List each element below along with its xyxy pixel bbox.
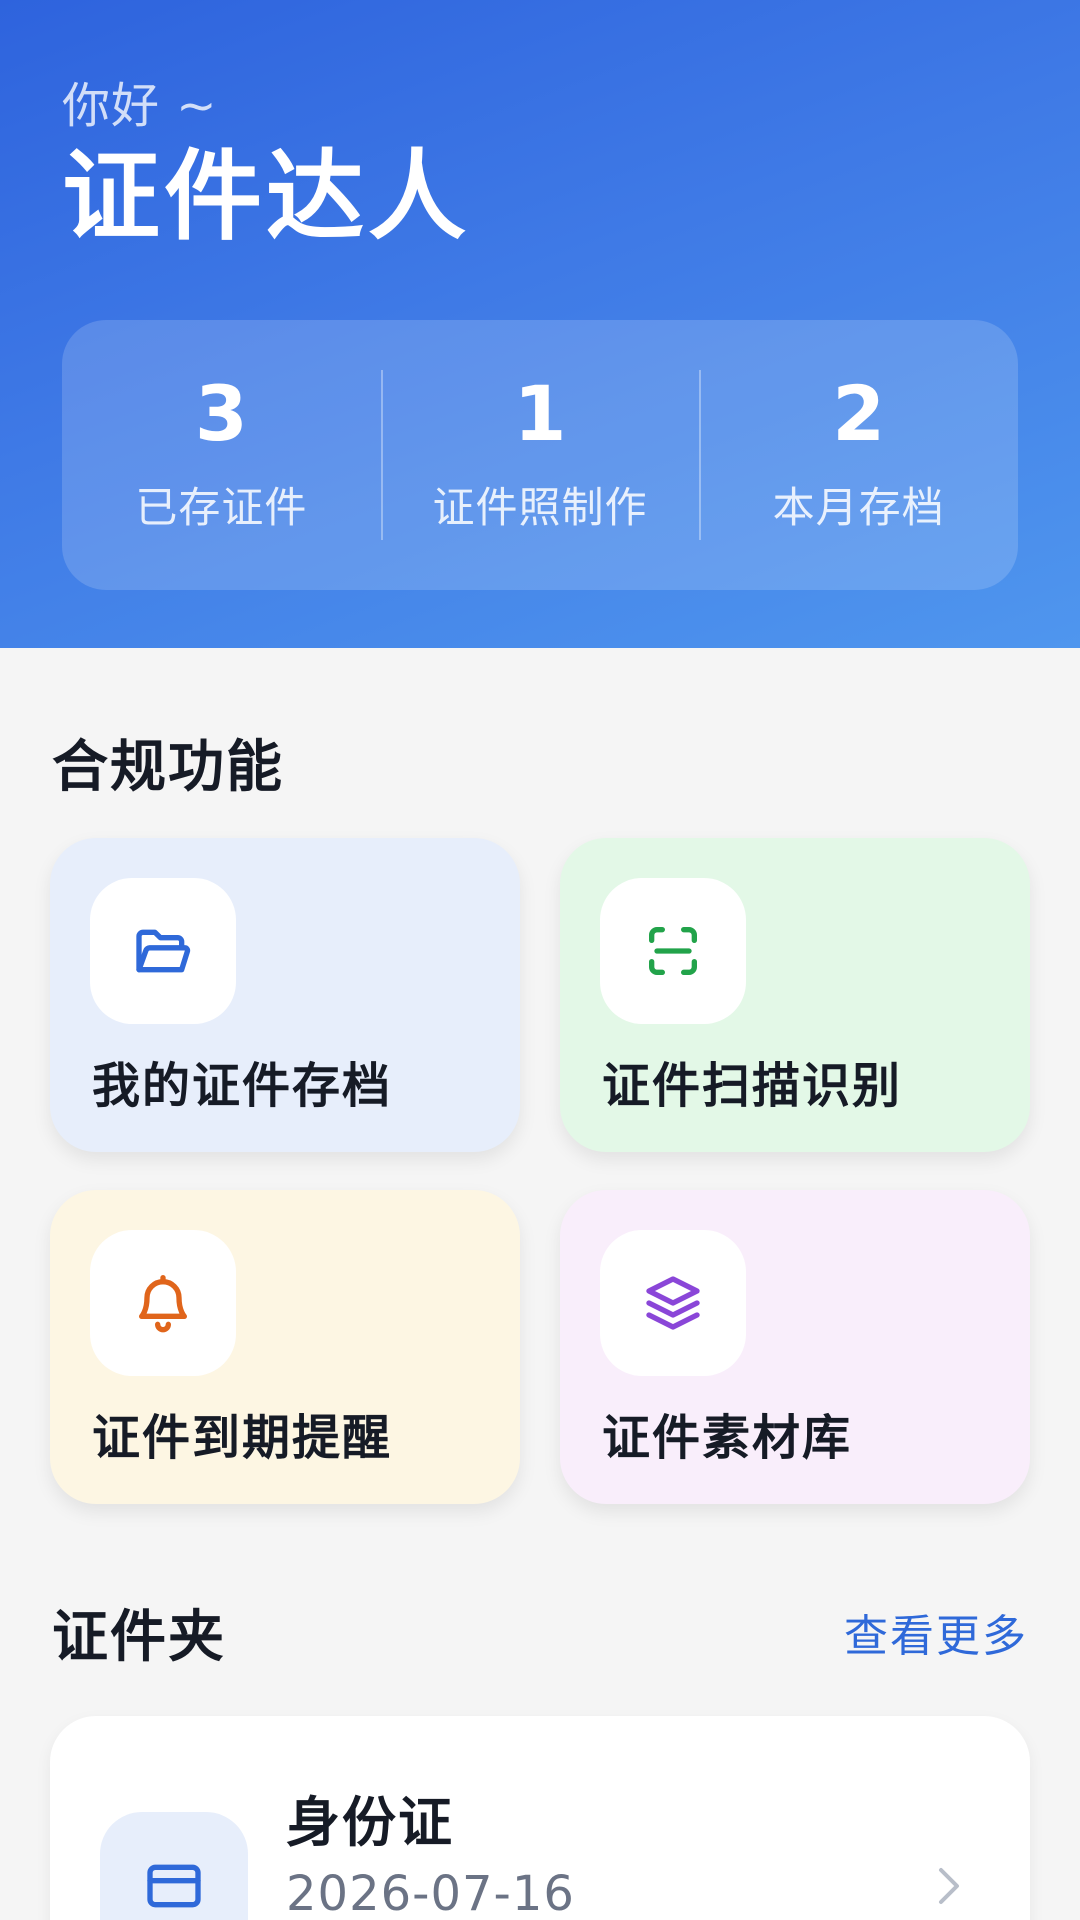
feature-card-label: 证件到期提醒 <box>92 1410 393 1466</box>
chevron-right-icon <box>932 1862 966 1914</box>
feature-card-scan[interactable]: 证件扫描识别 <box>560 838 1030 1152</box>
document-date: 2026-07-16 <box>286 1866 575 1920</box>
feature-card-my-archive[interactable]: 我的证件存档 <box>50 838 520 1152</box>
stat-value: 2 <box>832 368 886 458</box>
stat-value: 1 <box>513 368 567 458</box>
app-title: 证件达人 <box>62 140 471 254</box>
stat-value: 3 <box>194 368 248 458</box>
stat-label: 本月存档 <box>772 482 945 532</box>
stat-saved-documents[interactable]: 3 已存证件 <box>62 320 381 590</box>
section-title-features: 合规功能 <box>52 735 284 800</box>
feature-card-label: 我的证件存档 <box>92 1058 393 1114</box>
feature-card-label: 证件扫描识别 <box>602 1058 903 1114</box>
stats-panel: 3 已存证件 1 证件照制作 2 本月存档 <box>62 320 1018 590</box>
header-banner: 你好 ~ 证件达人 3 已存证件 1 证件照制作 2 本月存档 <box>0 0 1080 648</box>
bell-icon <box>90 1230 236 1376</box>
feature-card-label: 证件素材库 <box>602 1410 853 1466</box>
greeting-text: 你好 ~ <box>62 78 218 134</box>
layers-icon <box>600 1230 746 1376</box>
document-list-item[interactable]: 身份证 2026-07-16 <box>50 1716 1030 1920</box>
stat-label: 证件照制作 <box>432 482 648 532</box>
see-more-link[interactable]: 查看更多 <box>844 1600 1028 1664</box>
stat-label: 已存证件 <box>135 482 308 532</box>
feature-card-expiry-reminder[interactable]: 证件到期提醒 <box>50 1190 520 1504</box>
stat-monthly-archives[interactable]: 2 本月存档 <box>699 320 1018 590</box>
section-title-folder: 证件夹 <box>52 1605 226 1670</box>
folder-open-icon <box>90 878 236 1024</box>
id-card-icon <box>100 1812 248 1920</box>
document-title: 身份证 <box>286 1791 454 1854</box>
feature-card-material-library[interactable]: 证件素材库 <box>560 1190 1030 1504</box>
stat-id-photos[interactable]: 1 证件照制作 <box>380 320 700 590</box>
scan-icon <box>600 878 746 1024</box>
home-screen: 你好 ~ 证件达人 3 已存证件 1 证件照制作 2 本月存档 合规功能 我的证… <box>0 0 1080 1920</box>
